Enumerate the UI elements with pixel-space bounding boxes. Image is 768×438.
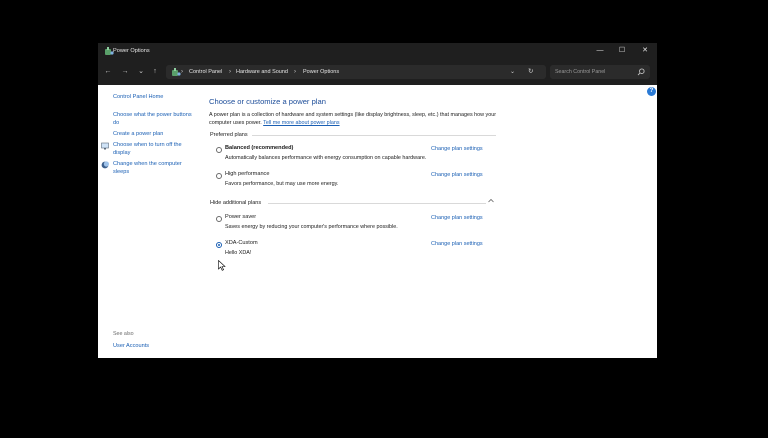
navigation-bar: ← → ⌄ ↑ › Control Panel › Hardware and S…	[98, 59, 657, 85]
refresh-button[interactable]: ↻	[528, 65, 533, 79]
up-button[interactable]: ↑	[149, 66, 161, 78]
balanced-radio[interactable]	[216, 147, 222, 153]
sidebar-control-panel-home[interactable]: Control Panel Home	[113, 94, 163, 102]
plan-desc-balanced: Automatically balances performance with …	[225, 155, 427, 161]
breadcrumb-control-panel[interactable]: Control Panel	[189, 65, 222, 79]
search-input[interactable]: Search Control Panel	[550, 65, 650, 79]
close-button[interactable]: ✕	[635, 45, 655, 57]
intro-description: A power plan is a collection of hardware…	[209, 112, 497, 126]
mouse-cursor-icon	[218, 260, 226, 271]
change-plan-settings-xda-custom[interactable]: Change plan settings	[431, 241, 483, 247]
tell-me-more-link[interactable]: Tell me more about power plans	[263, 120, 339, 126]
breadcrumb-separator: ›	[229, 69, 231, 75]
recent-locations-button[interactable]: ⌄	[135, 66, 147, 78]
forward-button[interactable]: →	[119, 66, 131, 78]
high-performance-radio[interactable]	[216, 173, 222, 179]
page-title: Choose or customize a power plan	[209, 97, 326, 106]
additional-plans-divider	[268, 203, 486, 204]
see-also-label: See also	[113, 331, 134, 337]
power-options-window: Power Options — ☐ ✕ ← → ⌄ ↑ › Control Pa…	[98, 43, 657, 358]
minimize-button[interactable]: —	[590, 45, 610, 57]
breadcrumb-power-options[interactable]: Power Options	[303, 65, 339, 79]
xda-custom-radio[interactable]	[216, 242, 222, 248]
search-placeholder: Search Control Panel	[555, 69, 606, 75]
sidebar-item-computer-sleeps[interactable]: Change when the computer sleeps	[113, 161, 195, 176]
preferred-plans-divider	[252, 135, 496, 136]
chevron-up-icon[interactable]	[488, 198, 494, 203]
address-dropdown-button[interactable]: ⌄	[510, 65, 515, 79]
see-also-user-accounts[interactable]: User Accounts	[113, 343, 149, 351]
plan-name-xda-custom[interactable]: XDA-Custom	[225, 240, 258, 246]
back-button[interactable]: ←	[102, 66, 114, 78]
plan-name-high-performance[interactable]: High performance	[225, 171, 269, 177]
search-icon	[637, 68, 645, 76]
maximize-button[interactable]: ☐	[612, 45, 632, 57]
plan-desc-xda-custom: Hello XDA!	[225, 250, 252, 256]
plan-desc-high-performance: Favors performance, but may use more ene…	[225, 181, 339, 187]
breadcrumb-separator: ›	[294, 69, 296, 75]
hide-additional-plans-title[interactable]: Hide additional plans	[210, 200, 261, 206]
window-title: Power Options	[113, 48, 150, 54]
change-plan-settings-power-saver[interactable]: Change plan settings	[431, 215, 483, 221]
change-plan-settings-balanced[interactable]: Change plan settings	[431, 146, 483, 152]
sidebar-item-turn-off-display[interactable]: Choose when to turn off the display	[113, 142, 195, 157]
help-icon[interactable]: ?	[647, 87, 656, 96]
intro-text: A power plan is a collection of hardware…	[209, 112, 509, 127]
preferred-plans-title: Preferred plans	[210, 132, 248, 138]
power-saver-radio[interactable]	[216, 216, 222, 222]
moon-icon	[101, 161, 109, 169]
change-plan-settings-high-performance[interactable]: Change plan settings	[431, 172, 483, 178]
plan-name-power-saver[interactable]: Power saver	[225, 214, 256, 220]
plan-name-balanced[interactable]: Balanced (recommended)	[225, 145, 293, 151]
sidebar-item-create-plan[interactable]: Create a power plan	[113, 131, 163, 139]
breadcrumb-separator: ›	[181, 69, 183, 75]
content-area: ? Control Panel Home Choose what the pow…	[98, 85, 657, 358]
title-bar: Power Options — ☐ ✕	[98, 43, 657, 59]
monitor-icon	[101, 142, 109, 150]
breadcrumb-hardware-and-sound[interactable]: Hardware and Sound	[236, 65, 288, 79]
control-panel-icon	[172, 68, 181, 76]
plan-desc-power-saver: Saves energy by reducing your computer's…	[225, 224, 398, 230]
address-bar[interactable]: › Control Panel › Hardware and Sound › P…	[166, 65, 546, 79]
sidebar-item-power-buttons[interactable]: Choose what the power buttons do	[113, 112, 193, 127]
